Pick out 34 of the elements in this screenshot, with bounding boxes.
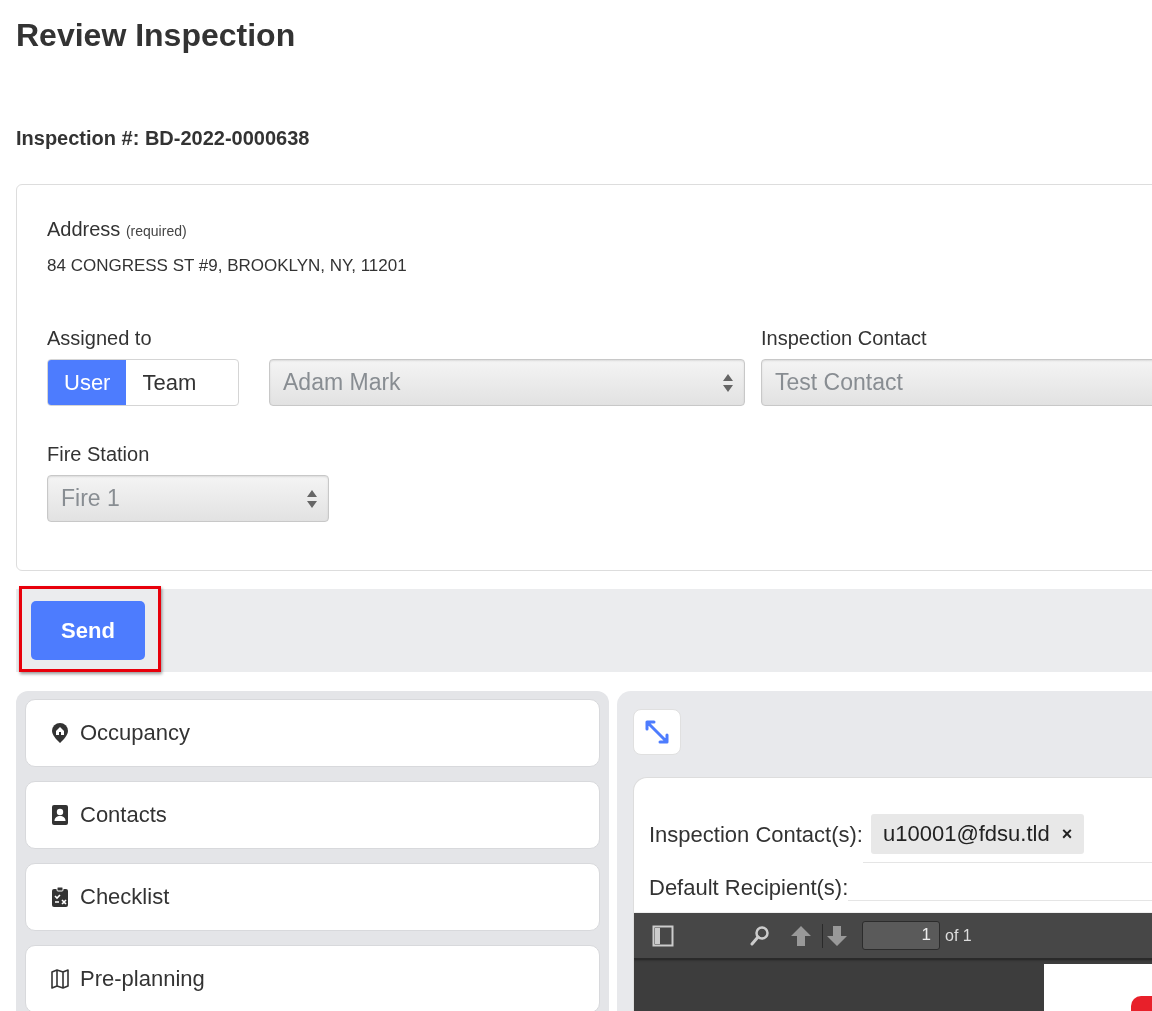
- clipboard-checklist-icon: [50, 886, 70, 908]
- section-label: Contacts: [80, 802, 167, 828]
- map-pin-icon: [50, 722, 70, 744]
- fire-station-label: Fire Station: [47, 442, 151, 467]
- section-item[interactable]: Contacts: [25, 781, 600, 849]
- inspection-contact-label: Inspection Contact: [761, 326, 928, 351]
- assigned-to-label: Assigned to: [47, 326, 153, 351]
- search-icon[interactable]: [750, 924, 770, 947]
- page-number-field[interactable]: 1: [862, 921, 940, 950]
- address-label: Address (required): [47, 217, 188, 242]
- map-icon: [50, 968, 70, 990]
- contacts-label: Inspection Contact(s):: [649, 821, 863, 848]
- page-title: Review Inspection: [16, 16, 297, 55]
- inspection-number: Inspection #: BD-2022-0000638: [16, 126, 311, 151]
- recipients-label: Default Recipient(s):: [649, 875, 849, 901]
- section-label: Checklist: [80, 884, 170, 910]
- address-value: 84 CONGRESS ST #9, BROOKLYN, NY, 11201: [47, 255, 408, 277]
- section-label: Occupancy: [80, 720, 191, 746]
- expand-button[interactable]: [633, 709, 681, 755]
- section-label: Pre-planning: [80, 966, 205, 992]
- expand-icon: [644, 719, 670, 745]
- contact-card-icon: [50, 804, 70, 826]
- remove-chip-button[interactable]: ×: [1061, 823, 1073, 845]
- section-item[interactable]: Checklist: [25, 863, 600, 931]
- section-item[interactable]: Pre-planning: [25, 945, 600, 1011]
- previous-page-icon[interactable]: [790, 923, 812, 948]
- chip-text: u10001@fdsu.tld: [883, 821, 1050, 847]
- contacts-field[interactable]: u10001@fdsu.tld ×: [863, 814, 1152, 863]
- sidebar-toggle-icon[interactable]: [652, 924, 674, 947]
- next-page-icon[interactable]: [822, 923, 848, 948]
- send-button[interactable]: Send: [31, 601, 145, 660]
- section-item[interactable]: Occupancy: [25, 699, 600, 767]
- page-count: of 1: [945, 926, 972, 945]
- toggle-option[interactable]: User: [48, 360, 127, 405]
